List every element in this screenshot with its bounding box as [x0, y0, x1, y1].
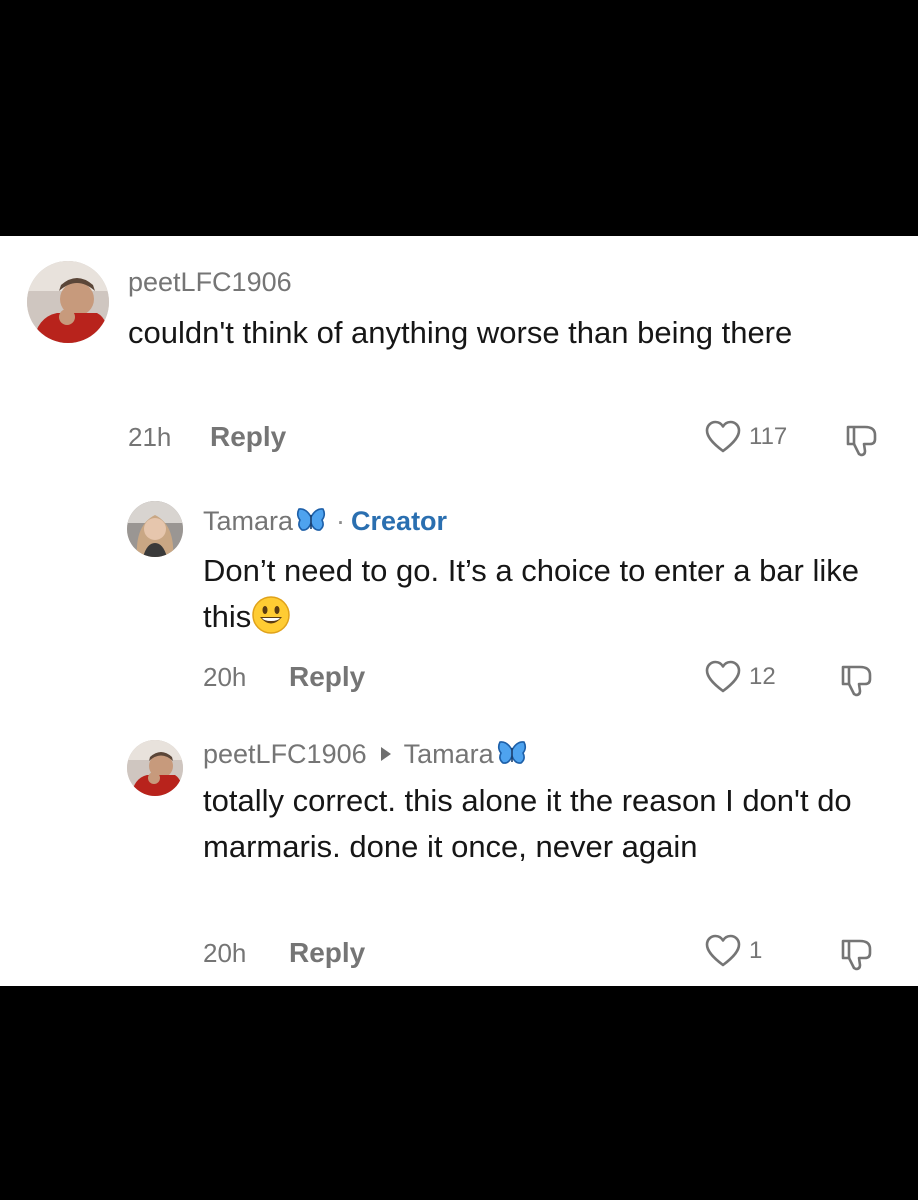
username[interactable]: Tamara	[203, 505, 293, 537]
dislike-button[interactable]	[838, 660, 876, 698]
like-count: 1	[749, 937, 763, 964]
heart-outline-icon	[705, 934, 741, 967]
reply-button[interactable]: Reply	[210, 422, 286, 452]
comment-item: Tamara · Creator Don’t need to go. It’s …	[0, 476, 918, 716]
comment-text: couldn't think of anything worse than be…	[128, 315, 793, 350]
thumbs-down-outline-icon	[841, 939, 872, 971]
avatar[interactable]	[127, 740, 183, 796]
thumbs-down-outline-icon	[846, 425, 877, 457]
heart-outline-icon	[705, 660, 741, 693]
like-button[interactable]: 117	[705, 420, 787, 454]
comment-time: 20h	[203, 662, 247, 692]
reply-to-username[interactable]: Tamara	[404, 738, 494, 770]
like-count: 117	[749, 423, 788, 450]
avatar-photo	[127, 740, 183, 796]
username[interactable]: peetLFC1906	[128, 266, 292, 298]
heart-outline-icon	[705, 420, 741, 453]
avatar-photo	[127, 501, 183, 557]
comment-text: totally correct. this alone it the reaso…	[203, 783, 852, 864]
comment-header: peetLFC1906 Tamara	[203, 738, 527, 770]
creator-label: Creator	[351, 505, 448, 536]
username[interactable]: peetLFC1906	[203, 738, 367, 770]
avatar-photo	[27, 261, 109, 343]
butterfly-icon	[497, 740, 527, 768]
smiley-emoji	[251, 595, 291, 635]
like-button[interactable]: 1	[705, 934, 762, 968]
thumbs-down-outline-icon	[841, 665, 872, 697]
dislike-button[interactable]	[843, 420, 881, 458]
like-count: 12	[749, 663, 776, 690]
avatar[interactable]	[127, 501, 183, 557]
like-button[interactable]: 12	[705, 660, 776, 694]
dislike-button[interactable]	[838, 934, 876, 972]
avatar[interactable]	[27, 261, 109, 343]
comment-header: peetLFC1906	[128, 266, 292, 298]
butterfly-icon	[296, 507, 326, 535]
comments-panel: peetLFC1906 couldn't think of anything w…	[0, 236, 918, 986]
reply-arrow-icon	[380, 747, 391, 761]
comment-time: 21h	[128, 422, 172, 452]
screenshot-frame: peetLFC1906 couldn't think of anything w…	[0, 0, 918, 1200]
comment-item: peetLFC1906 Tamara totally correct. this…	[0, 716, 918, 986]
comment-item: peetLFC1906 couldn't think of anything w…	[0, 236, 918, 476]
comment-time: 20h	[203, 938, 247, 968]
comment-text: Don’t need to go. It’s a choice to enter…	[203, 553, 859, 635]
reply-button[interactable]: Reply	[289, 938, 365, 968]
comment-header: Tamara · Creator	[203, 505, 447, 537]
separator-dot: ·	[336, 505, 346, 536]
reply-button[interactable]: Reply	[289, 662, 365, 692]
